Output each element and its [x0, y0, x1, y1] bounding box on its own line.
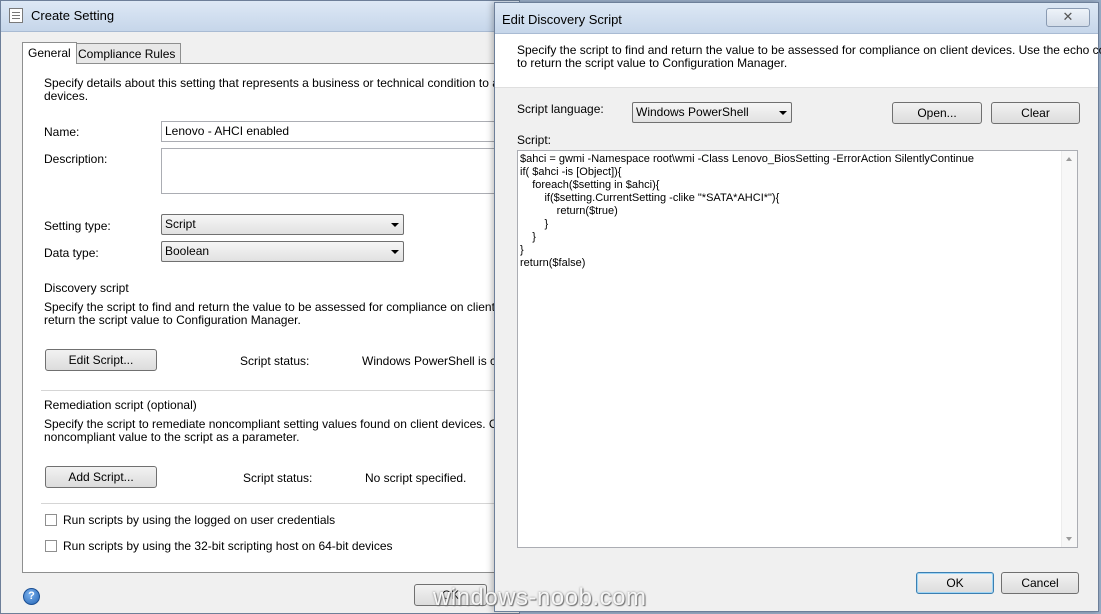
separator: [41, 390, 501, 391]
32bit-host-label: Run scripts by using the 32-bit scriptin…: [63, 539, 393, 553]
window-icon: [9, 8, 23, 23]
script-line: foreach($setting in $ahci){: [520, 179, 660, 191]
script-label: Script:: [517, 133, 552, 147]
edit-discovery-ok-button[interactable]: OK: [916, 572, 994, 594]
script-line: return($true): [520, 205, 618, 217]
data-type-label: Data type:: [44, 246, 99, 260]
name-input[interactable]: Lenovo - AHCI enabled: [161, 121, 501, 142]
separator: [41, 503, 501, 504]
data-type-value: Boolean: [165, 244, 210, 258]
instructions-text: Specify the script to find and return th…: [517, 43, 1101, 70]
discovery-script-status-value: Windows PowerShell is crea: [362, 354, 514, 368]
logged-on-credentials-checkbox[interactable]: [45, 514, 57, 526]
script-line: }: [520, 244, 524, 256]
create-setting-title: Create Setting: [31, 8, 115, 23]
add-script-button[interactable]: Add Script...: [45, 466, 157, 488]
intro-text: Specify details about this setting that …: [44, 77, 504, 103]
remediation-script-status-label: Script status:: [243, 471, 313, 485]
remediation-script-status-value: No script specified.: [365, 471, 467, 485]
script-editor[interactable]: $ahci = gwmi -Namespace root\wmi -Class …: [517, 150, 1078, 548]
watermark: windows-noob.com: [433, 584, 647, 611]
remediation-description: Specify the script to remediate noncompl…: [44, 418, 504, 444]
setting-type-label: Setting type:: [44, 219, 111, 233]
scroll-up-icon[interactable]: [1066, 157, 1072, 161]
create-setting-window: Create Setting General Compliance Rules …: [0, 0, 520, 614]
create-setting-titlebar[interactable]: Create Setting: [1, 1, 519, 32]
edit-script-button[interactable]: Edit Script...: [45, 349, 157, 371]
setting-type-value: Script: [165, 217, 196, 231]
tab-compliance-rules[interactable]: Compliance Rules: [72, 43, 182, 63]
description-input[interactable]: [161, 148, 501, 194]
edit-discovery-title: Edit Discovery Script: [502, 12, 622, 27]
script-line: }: [520, 218, 549, 230]
script-line: if($setting.CurrentSetting -clike "*SATA…: [520, 192, 780, 204]
remediation-heading: Remediation script (optional): [44, 398, 197, 412]
description-label: Description:: [44, 152, 108, 166]
close-icon[interactable]: ✕: [1046, 8, 1090, 27]
discovery-script-status-label: Script status:: [240, 354, 310, 368]
scroll-down-icon[interactable]: [1066, 537, 1072, 541]
script-line: if( $ahci -is [Object]){: [520, 166, 622, 178]
32bit-host-checkbox[interactable]: [45, 540, 57, 552]
script-language-label: Script language:: [517, 102, 604, 116]
open-button[interactable]: Open...: [892, 102, 982, 124]
script-language-select[interactable]: Windows PowerShell: [632, 102, 792, 123]
help-icon[interactable]: ?: [23, 588, 40, 605]
script-code: $ahci = gwmi -Namespace root\wmi -Class …: [520, 153, 974, 270]
chevron-down-icon: [779, 111, 787, 115]
edit-discovery-titlebar[interactable]: Edit Discovery Script ✕: [495, 3, 1098, 34]
script-line: }: [520, 231, 536, 243]
script-line: $ahci = gwmi -Namespace root\wmi -Class …: [520, 153, 974, 165]
clear-button[interactable]: Clear: [991, 102, 1080, 124]
discovery-description: Specify the script to find and return th…: [44, 301, 504, 327]
name-label: Name:: [44, 125, 80, 139]
cancel-button[interactable]: Cancel: [1001, 572, 1079, 594]
chevron-down-icon: [391, 223, 399, 227]
instructions-area: Specify the script to find and return th…: [495, 34, 1101, 88]
general-panel: Specify details about this setting that …: [22, 63, 513, 573]
discovery-heading: Discovery script: [44, 281, 129, 295]
data-type-select[interactable]: Boolean: [161, 241, 404, 262]
script-line: return($false): [520, 257, 586, 269]
script-language-value: Windows PowerShell: [636, 105, 749, 119]
tab-general[interactable]: General: [22, 42, 77, 64]
script-scrollbar[interactable]: [1061, 151, 1077, 547]
logged-on-credentials-label: Run scripts by using the logged on user …: [63, 513, 336, 527]
chevron-down-icon: [391, 250, 399, 254]
setting-type-select[interactable]: Script: [161, 214, 404, 235]
